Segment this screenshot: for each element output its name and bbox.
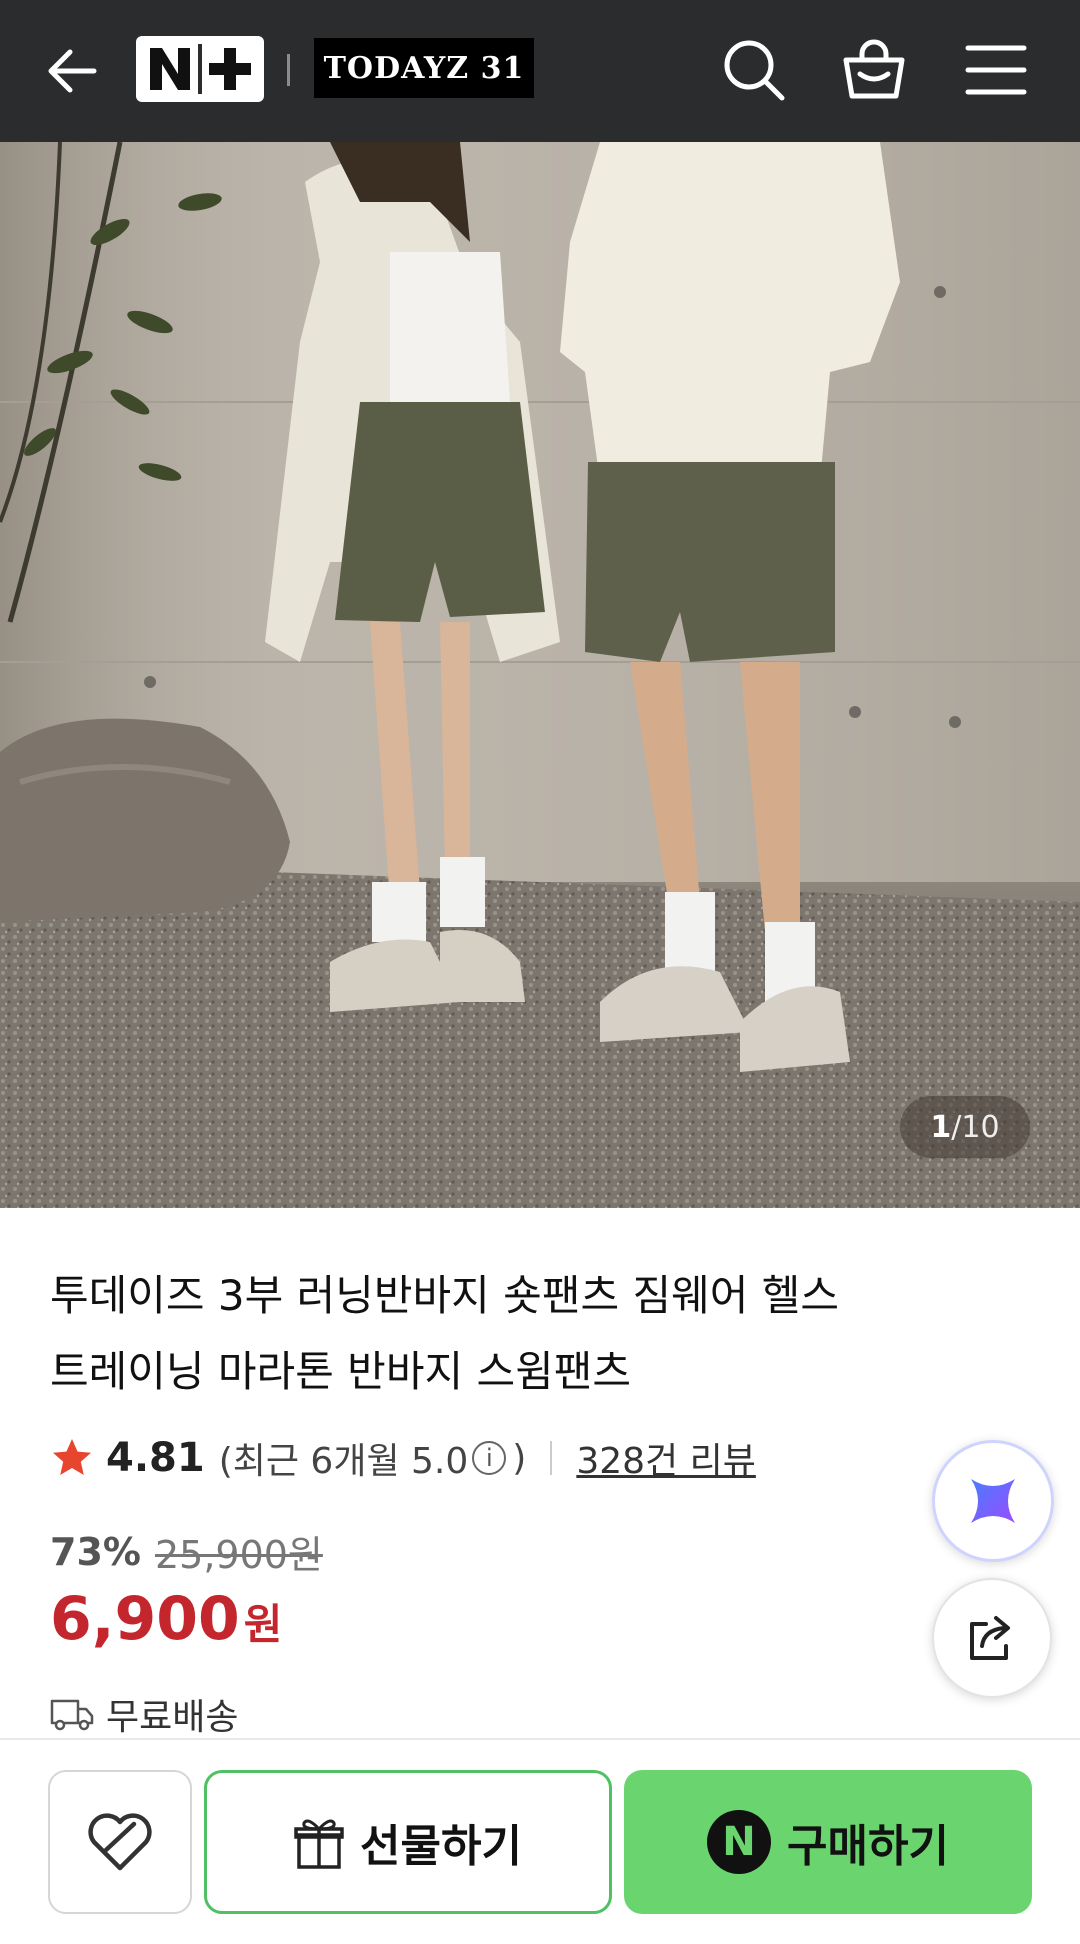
shipping-label: 무료배송 bbox=[106, 1697, 239, 1738]
discount-rate: 73% bbox=[50, 1529, 141, 1574]
divider bbox=[550, 1441, 553, 1475]
search-icon bbox=[724, 40, 785, 101]
gift-button[interactable]: 선물하기 bbox=[204, 1770, 612, 1914]
product-title-line1: 투데이즈 3부 러닝반바지 숏팬츠 짐웨어 헬스 bbox=[50, 1271, 839, 1320]
naver-plus-logo[interactable] bbox=[136, 36, 264, 102]
rating-value: 4.81 bbox=[106, 1435, 205, 1481]
image-counter-total: 10 bbox=[961, 1109, 1000, 1145]
cart-button[interactable] bbox=[838, 34, 910, 106]
search-button[interactable] bbox=[718, 34, 790, 106]
sale-price: 6,900 원 bbox=[50, 1584, 282, 1654]
brand-logo[interactable]: TODAYZ 31 bbox=[314, 38, 534, 98]
naver-plus-logo-mark bbox=[150, 44, 251, 94]
recent-rating-close: ) bbox=[512, 1437, 527, 1479]
rating-row: 4.81 (최근 6개월 5.0 i ) 328건 리뷰 bbox=[50, 1432, 756, 1484]
review-count-link[interactable]: 328건 리뷰 bbox=[576, 1432, 756, 1484]
naver-pay-badge: N bbox=[707, 1810, 772, 1874]
menu-button[interactable] bbox=[960, 34, 1032, 106]
product-title: 투데이즈 3부 러닝반바지 숏팬츠 짐웨어 헬스 트레이닝 마라톤 반바지 스윔… bbox=[50, 1258, 950, 1410]
original-price: 25,900원 bbox=[154, 1533, 323, 1577]
product-title-line2: 트레이닝 마라톤 반바지 스윔팬츠 bbox=[50, 1347, 632, 1396]
gift-button-label: 선물하기 bbox=[360, 1821, 522, 1872]
heart-icon bbox=[88, 1813, 152, 1871]
share-icon bbox=[970, 1616, 1010, 1660]
logo-divider bbox=[287, 54, 290, 86]
bottom-action-bar: 선물하기 N 구매하기 bbox=[0, 1738, 1080, 1944]
shopping-bag-icon bbox=[843, 39, 905, 99]
image-counter-separator: / bbox=[951, 1109, 962, 1145]
hamburger-menu-icon bbox=[965, 45, 1027, 95]
wishlist-button[interactable] bbox=[48, 1770, 192, 1914]
image-counter: 1 / 10 bbox=[900, 1096, 1030, 1158]
discount-row: 73% 25,900원 bbox=[50, 1524, 323, 1579]
ai-sparkle-icon bbox=[971, 1479, 1015, 1523]
product-image-gallery[interactable] bbox=[0, 142, 1080, 1208]
buy-button-label: 구매하기 bbox=[787, 1821, 949, 1872]
ai-assistant-button[interactable] bbox=[932, 1440, 1054, 1562]
back-button[interactable] bbox=[40, 38, 106, 104]
price-value: 6,900 bbox=[50, 1584, 240, 1654]
arrow-left-icon bbox=[48, 49, 97, 93]
share-button[interactable] bbox=[932, 1578, 1052, 1698]
product-photo bbox=[0, 142, 1080, 1208]
price-currency: 원 bbox=[243, 1600, 283, 1649]
star-icon bbox=[53, 1439, 91, 1475]
shipping-info: 무료배송 bbox=[50, 1688, 238, 1740]
gift-icon bbox=[294, 1819, 344, 1869]
image-counter-current: 1 bbox=[930, 1109, 952, 1145]
buy-button[interactable]: N 구매하기 bbox=[624, 1770, 1032, 1914]
brand-logo-text: TODAYZ 31 bbox=[323, 50, 525, 86]
top-header: TODAYZ 31 bbox=[0, 0, 1080, 142]
truck-icon bbox=[50, 1699, 94, 1731]
recent-rating: (최근 6개월 5.0 bbox=[218, 1441, 469, 1482]
info-icon[interactable]: i bbox=[472, 1441, 507, 1475]
